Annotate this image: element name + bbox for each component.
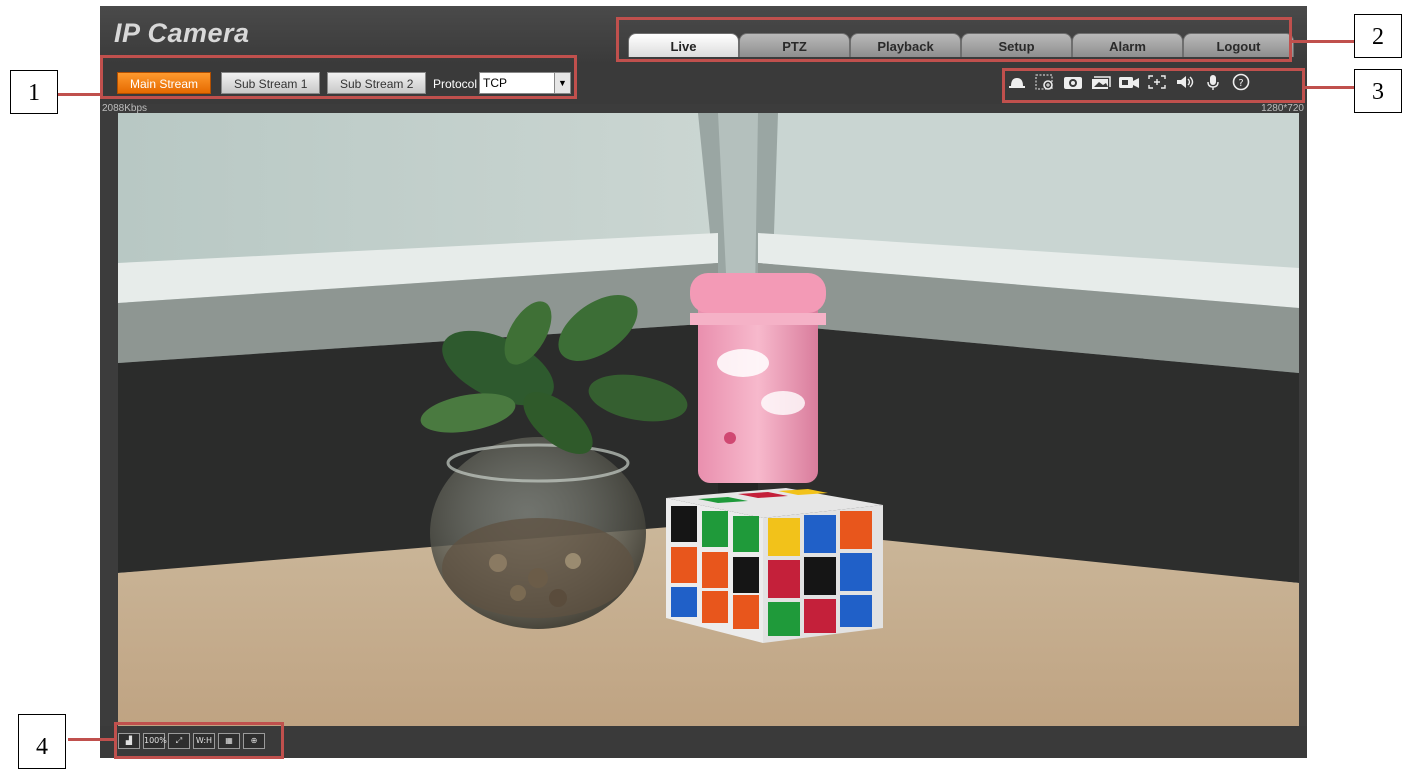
callout-box-4: [114, 722, 284, 759]
callout-number-3: 3: [1354, 69, 1402, 113]
callout-box-1: [100, 55, 577, 99]
document-figure: IP Camera Live PTZ Playback Setup Alarm …: [0, 0, 1413, 769]
callout-line-3: [1304, 86, 1354, 89]
callout-box-2: [616, 17, 1292, 62]
callout-line-4: [68, 738, 116, 741]
camera-web-ui: IP Camera Live PTZ Playback Setup Alarm …: [100, 6, 1307, 758]
live-video-view[interactable]: [118, 113, 1299, 726]
callout-number-2: 2: [1354, 14, 1402, 58]
callout-box-3: [1002, 68, 1305, 103]
callout-number-1: 1: [10, 70, 58, 114]
callout-number-4: 4: [18, 714, 66, 769]
callout-line-1: [58, 93, 102, 96]
callout-line-2: [1290, 40, 1354, 43]
app-logo: IP Camera: [114, 18, 250, 48]
cube: [666, 488, 883, 643]
